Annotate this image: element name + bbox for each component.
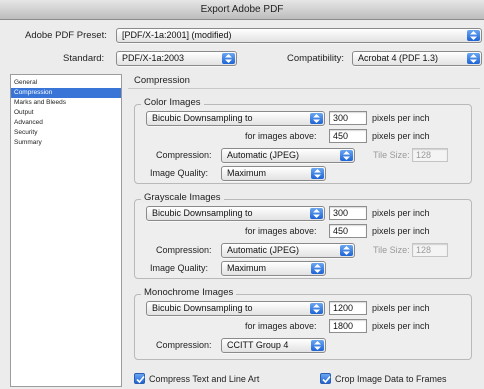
sidebar-item-summary[interactable]: Summary xyxy=(11,138,121,148)
monochrome-compression-label: Compression: xyxy=(156,340,212,350)
crop-image-label[interactable]: Crop Image Data to Frames xyxy=(335,374,447,384)
monochrome-above-label: for images above: xyxy=(245,321,317,331)
grayscale-quality-label: Image Quality: xyxy=(150,263,209,273)
color-images-title: Color Images xyxy=(141,97,204,108)
crop-image-checkbox[interactable] xyxy=(320,373,331,384)
dropdown-arrows-icon xyxy=(467,30,480,41)
grayscale-ppi-unit: pixels per inch xyxy=(372,208,430,218)
dropdown-arrows-icon xyxy=(310,208,323,219)
grayscale-images-title: Grayscale Images xyxy=(141,192,224,203)
compatibility-value: Acrobat 4 (PDF 1.3) xyxy=(358,53,439,63)
preset-label: Adobe PDF Preset: xyxy=(25,30,107,41)
color-ppi-unit: pixels per inch xyxy=(372,113,430,123)
grayscale-above-unit: pixels per inch xyxy=(372,226,430,236)
panel-divider xyxy=(128,88,480,89)
grayscale-downsampling-value: Bicubic Downsampling to xyxy=(152,208,253,218)
grayscale-above-label: for images above: xyxy=(245,226,317,236)
dropdown-arrows-icon xyxy=(311,168,324,179)
grayscale-above-input[interactable]: 450 xyxy=(329,224,367,238)
preset-value: [PDF/X-1a:2001] (modified) xyxy=(122,30,232,40)
monochrome-downsampling-value: Bicubic Downsampling to xyxy=(152,303,253,313)
dropdown-arrows-icon xyxy=(340,150,353,161)
window-titlebar: Export Adobe PDF xyxy=(0,0,484,20)
color-compression-value: Automatic (JPEG) xyxy=(227,150,300,160)
dropdown-arrows-icon xyxy=(340,245,353,256)
dropdown-arrows-icon xyxy=(311,340,324,351)
compatibility-label: Compatibility: xyxy=(287,53,345,64)
dropdown-arrows-icon xyxy=(222,53,235,64)
sidebar-item-compression[interactable]: Compression xyxy=(11,88,121,98)
compatibility-dropdown[interactable]: Acrobat 4 (PDF 1.3) xyxy=(352,51,482,66)
color-compression-dropdown[interactable]: Automatic (JPEG) xyxy=(221,148,355,163)
sidebar-item-marks-and-bleeds[interactable]: Marks and Bleeds xyxy=(11,98,121,108)
grayscale-compression-value: Automatic (JPEG) xyxy=(227,245,300,255)
grayscale-ppi-input[interactable]: 300 xyxy=(329,206,367,220)
grayscale-compression-dropdown[interactable]: Automatic (JPEG) xyxy=(221,243,355,258)
sidebar-item-output[interactable]: Output xyxy=(11,108,121,118)
color-quality-label: Image Quality: xyxy=(150,168,209,178)
color-ppi-input[interactable]: 300 xyxy=(329,111,367,125)
color-quality-dropdown[interactable]: Maximum xyxy=(221,166,326,181)
color-above-unit: pixels per inch xyxy=(372,131,430,141)
sidebar-item-advanced[interactable]: Advanced xyxy=(11,118,121,128)
monochrome-downsampling-dropdown[interactable]: Bicubic Downsampling to xyxy=(146,301,325,316)
monochrome-above-input[interactable]: 1800 xyxy=(329,319,367,333)
category-list: General Compression Marks and Bleeds Out… xyxy=(10,74,122,387)
color-tile-label: Tile Size: xyxy=(373,150,410,160)
grayscale-quality-value: Maximum xyxy=(227,263,267,273)
compress-text-checkbox[interactable] xyxy=(134,373,145,384)
monochrome-above-unit: pixels per inch xyxy=(372,321,430,331)
color-above-input[interactable]: 450 xyxy=(329,129,367,143)
grayscale-tile-label: Tile Size: xyxy=(373,245,410,255)
standard-value: PDF/X-1a:2003 xyxy=(122,53,185,63)
monochrome-ppi-input[interactable]: 1200 xyxy=(329,301,367,315)
checkmark-icon xyxy=(322,375,331,384)
color-above-label: for images above: xyxy=(245,131,317,141)
dropdown-arrows-icon xyxy=(310,303,323,314)
grayscale-quality-dropdown[interactable]: Maximum xyxy=(221,261,326,276)
grayscale-compression-label: Compression: xyxy=(156,245,212,255)
monochrome-compression-value: CCITT Group 4 xyxy=(227,340,289,350)
sidebar-item-security[interactable]: Security xyxy=(11,128,121,138)
grayscale-downsampling-dropdown[interactable]: Bicubic Downsampling to xyxy=(146,206,325,221)
dropdown-arrows-icon xyxy=(467,53,480,64)
compress-text-label[interactable]: Compress Text and Line Art xyxy=(149,374,259,384)
checkmark-icon xyxy=(136,375,145,384)
grayscale-tile-input: 128 xyxy=(412,243,448,257)
preset-dropdown[interactable]: [PDF/X-1a:2001] (modified) xyxy=(116,28,482,43)
standard-label: Standard: xyxy=(63,53,105,64)
dropdown-arrows-icon xyxy=(310,113,323,124)
color-quality-value: Maximum xyxy=(227,168,267,178)
sidebar-item-general[interactable]: General xyxy=(11,78,121,88)
monochrome-ppi-unit: pixels per inch xyxy=(372,303,430,313)
dropdown-arrows-icon xyxy=(311,263,324,274)
color-downsampling-dropdown[interactable]: Bicubic Downsampling to xyxy=(146,111,325,126)
monochrome-compression-dropdown[interactable]: CCITT Group 4 xyxy=(221,338,326,353)
color-compression-label: Compression: xyxy=(156,150,212,160)
panel-title: Compression xyxy=(134,75,190,86)
monochrome-images-title: Monochrome Images xyxy=(141,287,237,298)
color-tile-input: 128 xyxy=(412,148,448,162)
standard-dropdown[interactable]: PDF/X-1a:2003 xyxy=(116,51,237,66)
window-title: Export Adobe PDF xyxy=(200,4,284,15)
color-downsampling-value: Bicubic Downsampling to xyxy=(152,113,253,123)
